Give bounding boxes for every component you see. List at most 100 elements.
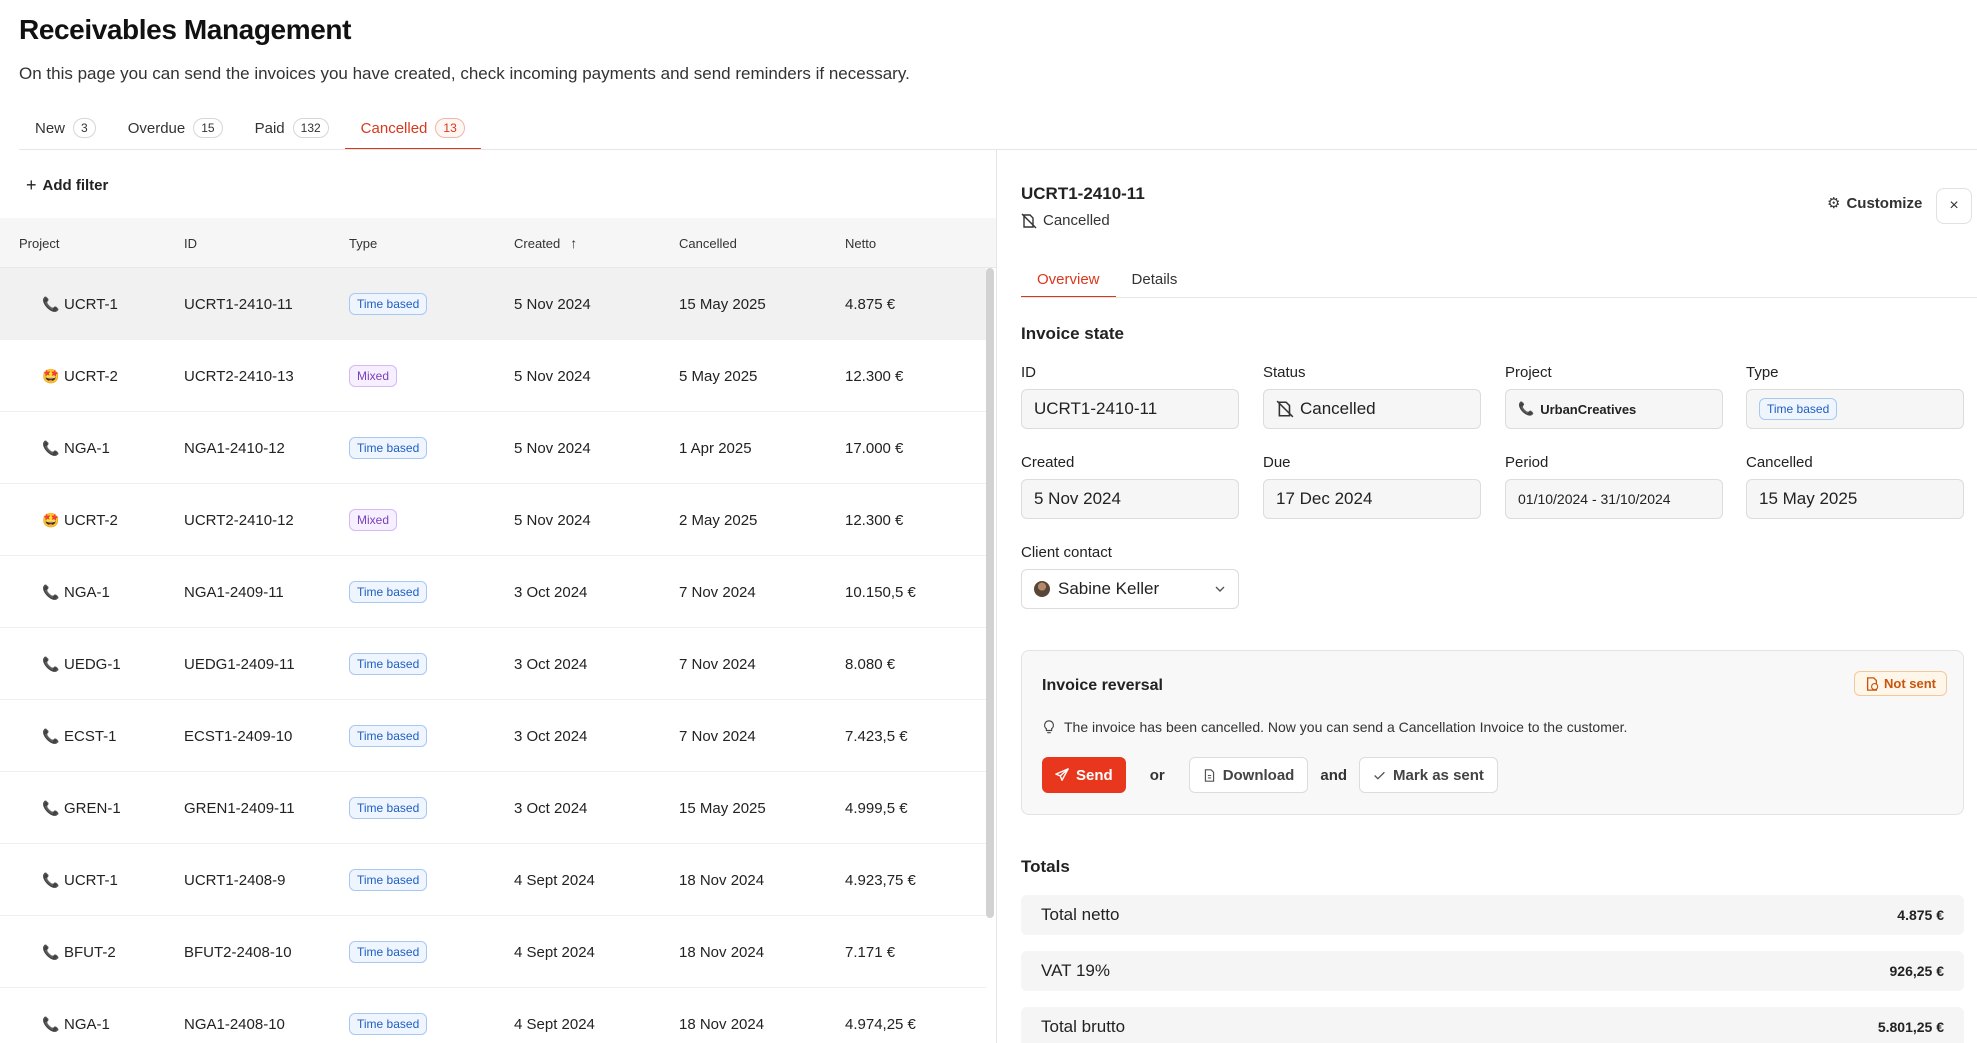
status-field[interactable]: Cancelled xyxy=(1263,389,1481,429)
client-contact-select[interactable]: Sabine Keller xyxy=(1021,569,1239,609)
or-separator: or xyxy=(1149,766,1165,784)
type-badge: Time based xyxy=(349,653,428,675)
cell-type: Time based xyxy=(349,844,428,916)
add-filter-label: Add filter xyxy=(42,176,109,194)
table-row[interactable]: 📞 NGA-1 NGA1-2409-11 Time based 3 Oct 2024 7 … xyxy=(0,556,986,628)
cell-created: 4 Sept 2024 xyxy=(514,871,595,889)
table-row[interactable]: 📞 UCRT-1 UCRT1-2408-9 Time based 4 Sept 2024… xyxy=(0,844,986,916)
created-value: 5 Nov 2024 xyxy=(1034,489,1121,508)
tab-new[interactable]: New 3 xyxy=(19,108,112,150)
tab-label: Paid xyxy=(254,119,285,137)
tab-cancelled[interactable]: Cancelled 13 xyxy=(344,108,481,150)
cancelled-field[interactable]: 15 May 2025 xyxy=(1746,479,1964,519)
table-row[interactable]: 📞 NGA-1 NGA1-2410-12 Time based 5 Nov 2024 1 … xyxy=(0,412,986,484)
tab-label: Overdue xyxy=(127,119,186,137)
type-badge: Time based xyxy=(349,1013,428,1035)
cell-netto: 12.300 € xyxy=(845,511,904,529)
cell-project: 📞 NGA-1 xyxy=(42,988,110,1043)
cell-id: UEDG1-2409-11 xyxy=(184,655,295,673)
cell-type: Time based xyxy=(349,556,428,628)
project-name: UCRT-2 xyxy=(64,511,118,529)
table-row[interactable]: 🤩 UCRT-2 UCRT2-2410-13 Mixed 5 Nov 2024 5 May… xyxy=(0,340,986,412)
created-field[interactable]: 5 Nov 2024 xyxy=(1021,479,1239,519)
type-badge: Time based xyxy=(349,797,428,819)
cell-project: 🤩 UCRT-2 xyxy=(42,340,118,412)
download-label: Download xyxy=(1222,766,1295,784)
type-field[interactable]: Time based xyxy=(1746,389,1964,429)
table-row[interactable]: 📞 NGA-1 NGA1-2408-10 Time based 4 Sept 2024 1… xyxy=(0,988,986,1043)
table-scrollbar[interactable] xyxy=(986,268,994,918)
cell-type: Mixed xyxy=(349,484,398,556)
period-field[interactable]: 01/10/2024 - 31/10/2024 xyxy=(1505,479,1723,519)
cell-created: 4 Sept 2024 xyxy=(514,943,595,961)
column-header-cancelled[interactable]: Cancelled xyxy=(679,218,737,268)
project-field[interactable]: 📞 UrbanCreatives xyxy=(1505,389,1723,429)
mark-as-sent-button[interactable]: Mark as sent xyxy=(1359,757,1498,793)
cell-created: 5 Nov 2024 xyxy=(514,439,591,457)
page-description: On this page you can send the invoices y… xyxy=(19,64,910,83)
customize-button[interactable]: ⚙ Customize xyxy=(1827,194,1922,213)
total-label: VAT 19% xyxy=(1041,961,1110,980)
cell-created: 5 Nov 2024 xyxy=(514,511,591,529)
project-name: UCRT-1 xyxy=(64,871,118,889)
cell-netto: 8.080 € xyxy=(845,655,896,673)
and-separator: and xyxy=(1320,766,1348,784)
phone-icon: 📞 xyxy=(42,943,60,960)
table-row[interactable]: 📞 UEDG-1 UEDG1-2409-11 Time based 3 Oct 2024… xyxy=(0,628,986,700)
table-row[interactable]: 📞 BFUT-2 BFUT2-2408-10 Time based 4 Sept 202… xyxy=(0,916,986,988)
cell-netto: 4.923,75 € xyxy=(845,871,916,889)
type-badge: Mixed xyxy=(349,509,398,531)
panel-divider xyxy=(996,150,997,1043)
tab-count: 3 xyxy=(73,118,96,138)
cell-type: Time based xyxy=(349,772,428,844)
cell-created: 3 Oct 2024 xyxy=(514,727,588,745)
cell-netto: 12.300 € xyxy=(845,367,904,385)
cell-netto: 4.875 € xyxy=(845,295,896,313)
type-badge: Time based xyxy=(349,293,428,315)
id-value: UCRT1-2410-11 xyxy=(1034,399,1158,418)
project-name: UEDG-1 xyxy=(64,655,121,673)
cell-cancelled: 15 May 2025 xyxy=(679,799,766,817)
add-filter-button[interactable]: + Add filter xyxy=(26,176,108,194)
column-header-created[interactable]: Created ↑ xyxy=(514,218,577,268)
column-header-netto[interactable]: Netto xyxy=(845,218,876,268)
phone-icon: 📞 xyxy=(42,439,60,456)
column-header-project[interactable]: Project xyxy=(19,218,59,268)
id-field[interactable]: UCRT1-2410-11 xyxy=(1021,389,1239,429)
tab-overview[interactable]: Overview xyxy=(1021,262,1116,298)
due-field[interactable]: 17 Dec 2024 xyxy=(1263,479,1481,519)
status-tabs: New 3 Overdue 15 Paid 132 Cancelled 13 xyxy=(19,108,481,150)
close-button[interactable]: × xyxy=(1936,188,1972,224)
table-row[interactable]: 📞 UCRT-1 UCRT1-2410-11 Time based 5 Nov 2024… xyxy=(0,268,986,340)
cell-project: 📞 ECST-1 xyxy=(42,700,117,772)
cell-id: UCRT2-2410-13 xyxy=(184,367,294,385)
column-header-type[interactable]: Type xyxy=(349,218,377,268)
tab-details[interactable]: Details xyxy=(1116,262,1194,298)
cell-project: 📞 UEDG-1 xyxy=(42,628,121,700)
send-label: Send xyxy=(1076,766,1113,784)
tab-paid[interactable]: Paid 132 xyxy=(239,108,345,150)
cell-project: 📞 GREN-1 xyxy=(42,772,121,844)
cell-type: Time based xyxy=(349,700,428,772)
total-value: 5.801,25 € xyxy=(1877,1019,1944,1035)
page-title: Receivables Management xyxy=(19,14,352,45)
cell-created: 5 Nov 2024 xyxy=(514,367,591,385)
type-label: Type xyxy=(1746,364,1779,381)
cell-type: Time based xyxy=(349,916,428,988)
total-label: Total brutto xyxy=(1041,1017,1126,1036)
avatar xyxy=(1034,581,1050,597)
cell-project: 📞 BFUT-2 xyxy=(42,916,116,988)
column-header-id[interactable]: ID xyxy=(184,218,197,268)
table-row[interactable]: 📞 GREN-1 GREN1-2409-11 Time based 3 Oct 2024… xyxy=(0,772,986,844)
cell-created: 5 Nov 2024 xyxy=(514,295,591,313)
cell-project: 📞 NGA-1 xyxy=(42,412,110,484)
table-row[interactable]: 📞 ECST-1 ECST1-2409-10 Time based 3 Oct 2024… xyxy=(0,700,986,772)
cell-cancelled: 7 Nov 2024 xyxy=(679,727,756,745)
tab-overdue[interactable]: Overdue 15 xyxy=(112,108,239,150)
cell-id: NGA1-2409-11 xyxy=(184,583,284,601)
send-button[interactable]: Send xyxy=(1042,757,1126,793)
download-button[interactable]: Download xyxy=(1188,757,1309,793)
table-row[interactable]: 🤩 UCRT-2 UCRT2-2410-12 Mixed 5 Nov 2024 2 May… xyxy=(0,484,986,556)
type-badge: Time based xyxy=(349,725,428,747)
column-header-label: Created xyxy=(514,235,561,251)
